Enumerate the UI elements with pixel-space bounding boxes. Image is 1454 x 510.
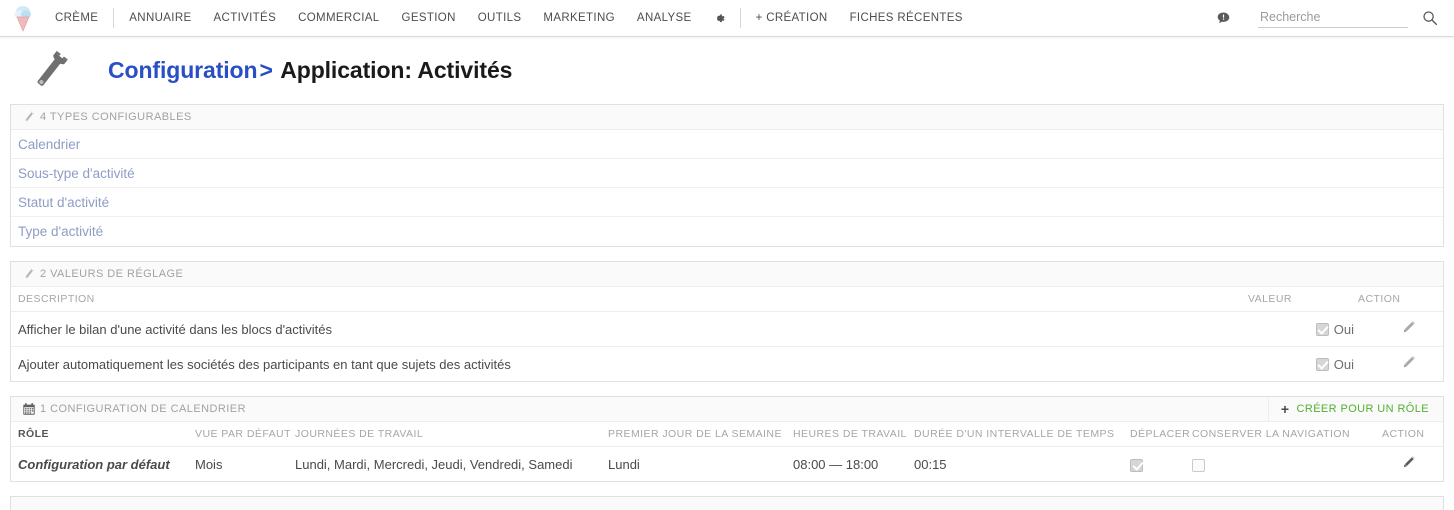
- setting-action-cell: [1358, 311, 1443, 347]
- panel-settings-header: 2 VALEURS DE RÉGLAGE: [11, 262, 1443, 287]
- cell-duree-intervalle: 00:15: [914, 456, 947, 472]
- cell-journees-de-travail: Lundi, Mardi, Mercredi, Jeudi, Vendredi,…: [295, 456, 573, 472]
- setting-value-label: Oui: [1333, 321, 1354, 337]
- cell-action: [1382, 447, 1443, 482]
- nav-item-outils[interactable]: OUTILS: [467, 0, 533, 36]
- pencil-icon[interactable]: [1400, 456, 1417, 474]
- page-title: Configuration> Application: Activités: [108, 57, 512, 84]
- table-header-row: RÔLE VUE PAR DÉFAUT JOURNÉES DE TRAVAIL …: [11, 422, 1443, 447]
- panel-types-header: 4 TYPES CONFIGURABLES: [11, 105, 1443, 130]
- breadcrumb-separator: >: [259, 57, 273, 83]
- gear-icon[interactable]: [703, 12, 736, 25]
- wrench-icon: [18, 267, 40, 281]
- column-valeur: VALEUR: [1248, 287, 1358, 312]
- list-item[interactable]: Statut d'activité: [11, 188, 1443, 217]
- setting-action-cell: [1358, 347, 1443, 382]
- nav-divider-2: [739, 8, 741, 28]
- setting-value-cell: Oui: [1248, 347, 1358, 382]
- column-heures-de-travail: HEURES DE TRAVAIL: [793, 422, 914, 447]
- deplacer-checkbox[interactable]: [1130, 458, 1143, 472]
- column-role: RÔLE: [11, 422, 195, 447]
- setting-checkbox[interactable]: [1315, 357, 1329, 371]
- cell-vue-par-defaut: Mois: [195, 456, 223, 472]
- search-icon[interactable]: [1408, 10, 1442, 26]
- conserver-navigation-checkbox[interactable]: [1192, 458, 1205, 472]
- table-row: Ajouter automatiquement les sociétés des…: [11, 347, 1443, 382]
- column-vue-par-defaut: VUE PAR DÉFAUT: [195, 422, 295, 447]
- link-type-activite[interactable]: Type d'activité: [18, 224, 103, 239]
- column-conserver-navigation: CONSERVER LA NAVIGATION: [1192, 422, 1382, 447]
- nav-item-fiches-recentes[interactable]: FICHES RÉCENTES: [839, 0, 974, 36]
- panel-next-partial: [10, 496, 1444, 510]
- alert-bubble-icon[interactable]: [1206, 11, 1240, 26]
- column-action: ACTION: [1358, 287, 1443, 312]
- calendar-config-table: RÔLE VUE PAR DÉFAUT JOURNÉES DE TRAVAIL …: [11, 422, 1443, 481]
- nav-divider: [113, 8, 115, 28]
- ice-cream-cone-icon[interactable]: [8, 3, 38, 33]
- cell-heures-de-travail: 08:00 — 18:00: [793, 456, 879, 472]
- panel-types-configurables: 4 TYPES CONFIGURABLES Calendrier Sous-ty…: [10, 104, 1444, 247]
- column-deplacer: DÉPLACER: [1130, 422, 1192, 447]
- wrench-icon: [18, 110, 40, 124]
- column-journees-de-travail: JOURNÉES DE TRAVAIL: [295, 422, 608, 447]
- column-description: DESCRIPTION: [11, 287, 1248, 312]
- main-menu: CRÈME ANNUAIRE ACTIVITÉS COMMERCIAL GEST…: [44, 0, 974, 36]
- pencil-icon[interactable]: [1400, 321, 1417, 339]
- list-item[interactable]: Type d'activité: [11, 217, 1443, 246]
- nav-item-creation[interactable]: + CRÉATION: [745, 0, 839, 36]
- calendar-icon: [18, 402, 40, 416]
- panel-settings-title: 2 VALEURS DE RÉGLAGE: [40, 268, 184, 280]
- table-row: Afficher le bilan d'une activité dans le…: [11, 311, 1443, 347]
- cell-deplacer: [1130, 447, 1192, 482]
- nav-item-activites[interactable]: ACTIVITÉS: [203, 0, 288, 36]
- nav-item-marketing[interactable]: MARKETING: [532, 0, 626, 36]
- creer-pour-un-role-label: CRÉER POUR UN RÔLE: [1296, 403, 1429, 415]
- page-header: Configuration> Application: Activités: [0, 37, 1454, 104]
- pencil-icon[interactable]: [1400, 356, 1417, 374]
- link-sous-type-activite[interactable]: Sous-type d'activité: [18, 166, 135, 181]
- link-calendrier[interactable]: Calendrier: [18, 137, 80, 152]
- panel-calendar-header: 1 CONFIGURATION DE CALENDRIER + CRÉER PO…: [11, 397, 1443, 422]
- table-header-row: DESCRIPTION VALEUR ACTION: [11, 287, 1443, 312]
- creer-pour-un-role-button[interactable]: + CRÉER POUR UN RÔLE: [1267, 397, 1443, 421]
- panel-calendar-title: 1 CONFIGURATION DE CALENDRIER: [40, 403, 246, 415]
- setting-description: Ajouter automatiquement les sociétés des…: [18, 356, 511, 372]
- panel-valeurs-reglage: 2 VALEURS DE RÉGLAGE DESCRIPTION VALEUR …: [10, 261, 1444, 382]
- search-input[interactable]: [1258, 8, 1408, 28]
- plus-icon: +: [1280, 401, 1290, 417]
- settings-table: DESCRIPTION VALEUR ACTION Afficher le bi…: [11, 287, 1443, 381]
- breadcrumb-configuration[interactable]: Configuration: [108, 57, 258, 83]
- setting-checkbox[interactable]: [1315, 322, 1329, 336]
- list-item[interactable]: Sous-type d'activité: [11, 159, 1443, 188]
- setting-description: Afficher le bilan d'une activité dans le…: [11, 311, 1248, 347]
- nav-item-commercial[interactable]: COMMERCIAL: [287, 0, 390, 36]
- top-navigation-bar: CRÈME ANNUAIRE ACTIVITÉS COMMERCIAL GEST…: [0, 0, 1454, 37]
- list-item[interactable]: Calendrier: [11, 130, 1443, 159]
- link-statut-activite[interactable]: Statut d'activité: [18, 195, 109, 210]
- column-action: ACTION: [1382, 422, 1443, 447]
- wrench-icon: [24, 47, 80, 95]
- cell-premier-jour-semaine: Lundi: [608, 456, 640, 472]
- topbar-right-section: [1206, 8, 1442, 28]
- setting-value-label: Oui: [1333, 356, 1354, 372]
- nav-item-analyse[interactable]: ANALYSE: [626, 0, 703, 36]
- column-premier-jour-semaine: PREMIER JOUR DE LA SEMAINE: [608, 422, 793, 447]
- search-box: [1258, 8, 1442, 28]
- nav-item-brand[interactable]: CRÈME: [44, 0, 109, 36]
- nav-item-gestion[interactable]: GESTION: [391, 0, 467, 36]
- setting-value-cell: Oui: [1248, 311, 1358, 347]
- panel-configuration-calendrier: 1 CONFIGURATION DE CALENDRIER + CRÉER PO…: [10, 396, 1444, 482]
- column-duree-intervalle: DURÉE D'UN INTERVALLE DE TEMPS: [914, 422, 1130, 447]
- cell-role[interactable]: Configuration par défaut: [11, 447, 195, 482]
- page-title-text: Application: Activités: [280, 57, 513, 83]
- table-row: Configuration par défaut Mois Lundi, Mar…: [11, 447, 1443, 482]
- cell-conserver-navigation: [1192, 447, 1382, 482]
- panel-types-title: 4 TYPES CONFIGURABLES: [40, 111, 192, 123]
- page-content: 4 TYPES CONFIGURABLES Calendrier Sous-ty…: [0, 104, 1454, 510]
- nav-item-annuaire[interactable]: ANNUAIRE: [118, 0, 202, 36]
